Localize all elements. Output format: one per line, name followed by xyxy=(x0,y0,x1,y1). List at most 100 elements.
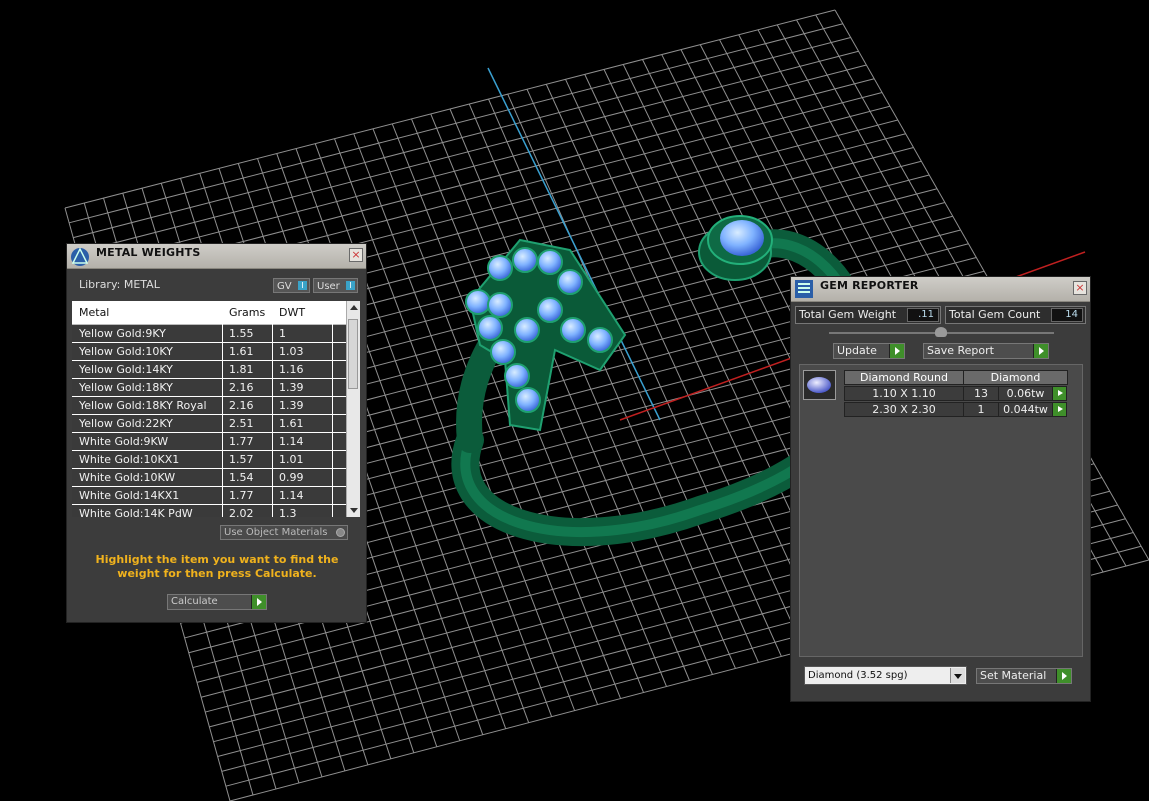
set-material-button[interactable]: Set Material xyxy=(976,668,1072,684)
metal-name-cell: White Gold:10KX1 xyxy=(79,453,180,466)
metal-name-cell: Yellow Gold:22KY xyxy=(79,417,173,430)
grams-cell: 1.54 xyxy=(229,471,254,484)
gemstone xyxy=(557,269,583,295)
dwt-cell: 1.01 xyxy=(279,453,304,466)
dwt-cell: 1 xyxy=(279,327,286,340)
user-toggle-label: User xyxy=(317,281,340,292)
metal-name-cell: Yellow Gold:14KY xyxy=(79,363,173,376)
gemstone xyxy=(587,327,613,353)
play-arrow-icon xyxy=(1033,344,1048,358)
gem-header-type: Diamond xyxy=(963,370,1068,385)
column-header-metal[interactable]: Metal xyxy=(79,306,109,319)
grams-cell: 1.57 xyxy=(229,453,254,466)
gem-header-shape: Diamond Round xyxy=(844,370,964,385)
gemstone xyxy=(490,339,516,365)
column-divider xyxy=(272,301,273,517)
dwt-cell: 0.99 xyxy=(279,471,304,484)
close-icon[interactable]: × xyxy=(1073,281,1087,295)
table-row[interactable]: White Gold:9KW 1.77 1.14 xyxy=(72,433,351,451)
gemstone xyxy=(537,297,563,323)
scroll-up-icon[interactable] xyxy=(350,305,358,310)
gv-toggle-indicator: I xyxy=(298,281,307,290)
total-gem-weight-value: .11 xyxy=(907,308,939,322)
play-arrow-icon xyxy=(889,344,904,358)
gem-select-arrow-icon[interactable] xyxy=(1052,402,1067,417)
set-material-label: Set Material xyxy=(980,669,1047,682)
metal-name-cell: White Gold:14KX1 xyxy=(79,489,180,502)
use-object-materials-label: Use Object Materials xyxy=(224,527,328,538)
grams-cell: 2.16 xyxy=(229,381,254,394)
scroll-down-icon[interactable] xyxy=(350,508,358,513)
gem-count-cell[interactable]: 13 xyxy=(963,386,999,401)
column-header-grams[interactable]: Grams xyxy=(229,306,265,319)
column-header-dwt[interactable]: DWT xyxy=(279,306,305,319)
gem-weight-cell[interactable]: 0.06tw xyxy=(998,386,1053,401)
gemstone xyxy=(487,292,513,318)
total-gem-count-value: 14 xyxy=(1051,308,1083,322)
save-report-label: Save Report xyxy=(927,344,994,357)
user-toggle-indicator: I xyxy=(346,281,355,290)
gemstone xyxy=(512,247,538,273)
metal-name-cell: Yellow Gold:9KY xyxy=(79,327,166,340)
column-divider xyxy=(332,301,333,517)
material-select-value: Diamond (3.52 spg) xyxy=(808,670,908,681)
table-row[interactable]: White Gold:14K PdW 2.02 1.3 xyxy=(72,505,351,517)
table-row[interactable]: Yellow Gold:9KY 1.55 1 xyxy=(72,325,351,343)
metal-table-scrollbar[interactable] xyxy=(346,301,360,517)
table-row[interactable]: White Gold:10KW 1.54 0.99 xyxy=(72,469,351,487)
table-row[interactable]: Yellow Gold:18KY 2.16 1.39 xyxy=(72,379,351,397)
grams-cell: 1.61 xyxy=(229,345,254,358)
gem-size-cell[interactable]: 1.10 X 1.10 xyxy=(844,386,964,401)
metal-weights-title: METAL WEIGHTS xyxy=(96,246,201,259)
user-toggle[interactable]: User I xyxy=(313,278,358,293)
metal-name-cell: Yellow Gold:18KY Royal xyxy=(79,399,207,412)
column-divider xyxy=(222,301,223,517)
gem-select-arrow-icon[interactable] xyxy=(1052,386,1067,401)
gem-reporter-titlebar[interactable]: GEM REPORTER × xyxy=(791,277,1090,302)
metal-name-cell: White Gold:14K PdW xyxy=(79,507,193,517)
gem-weight-cell[interactable]: 0.044tw xyxy=(998,402,1053,417)
metal-name-cell: Yellow Gold:10KY xyxy=(79,345,173,358)
slider-handle[interactable] xyxy=(935,327,947,337)
table-row[interactable]: Yellow Gold:22KY 2.51 1.61 xyxy=(72,415,351,433)
close-icon[interactable]: × xyxy=(349,248,363,262)
gem-count-cell[interactable]: 1 xyxy=(963,402,999,417)
gemstone xyxy=(560,317,586,343)
library-label: Library: METAL xyxy=(79,278,160,291)
scrollbar-thumb[interactable] xyxy=(348,319,358,389)
table-row[interactable]: Yellow Gold:10KY 1.61 1.03 xyxy=(72,343,351,361)
metal-table-header: Metal Grams DWT xyxy=(72,301,351,325)
update-button[interactable]: Update xyxy=(833,343,905,359)
table-row[interactable]: White Gold:14KX1 1.77 1.14 xyxy=(72,487,351,505)
diamond-thumbnail-icon[interactable] xyxy=(803,370,836,400)
report-icon xyxy=(795,280,813,298)
use-object-materials-toggle[interactable]: Use Object Materials xyxy=(220,525,348,540)
metal-name-cell: White Gold:9KW xyxy=(79,435,169,448)
grams-cell: 1.77 xyxy=(229,489,254,502)
calculate-button[interactable]: Calculate xyxy=(167,594,267,610)
gemstone xyxy=(465,289,491,315)
table-row[interactable]: Yellow Gold:14KY 1.81 1.16 xyxy=(72,361,351,379)
metal-name-cell: Yellow Gold:18KY xyxy=(79,381,173,394)
total-gem-weight-label: Total Gem Weight xyxy=(799,308,897,321)
gem-reporter-title: GEM REPORTER xyxy=(820,279,919,292)
gem-size-cell[interactable]: 2.30 X 2.30 xyxy=(844,402,964,417)
dropdown-arrow-icon[interactable] xyxy=(950,668,965,683)
save-report-button[interactable]: Save Report xyxy=(923,343,1049,359)
table-row[interactable]: Yellow Gold:18KY Royal 2.16 1.39 xyxy=(72,397,351,415)
table-row[interactable]: White Gold:10KX1 1.57 1.01 xyxy=(72,451,351,469)
material-select[interactable]: Diamond (3.52 spg) xyxy=(804,666,967,685)
gv-toggle[interactable]: GV I xyxy=(273,278,310,293)
grams-cell: 2.16 xyxy=(229,399,254,412)
metal-name-cell: White Gold:10KW xyxy=(79,471,176,484)
grams-cell: 2.02 xyxy=(229,507,254,517)
play-arrow-icon xyxy=(251,595,266,609)
gemstone xyxy=(514,317,540,343)
grams-cell: 2.51 xyxy=(229,417,254,430)
dwt-cell: 1.39 xyxy=(279,381,304,394)
grams-cell: 1.77 xyxy=(229,435,254,448)
metal-weights-titlebar[interactable]: METAL WEIGHTS × xyxy=(67,244,366,269)
dwt-cell: 1.03 xyxy=(279,345,304,358)
gv-toggle-label: GV xyxy=(277,281,292,292)
grams-cell: 1.55 xyxy=(229,327,254,340)
